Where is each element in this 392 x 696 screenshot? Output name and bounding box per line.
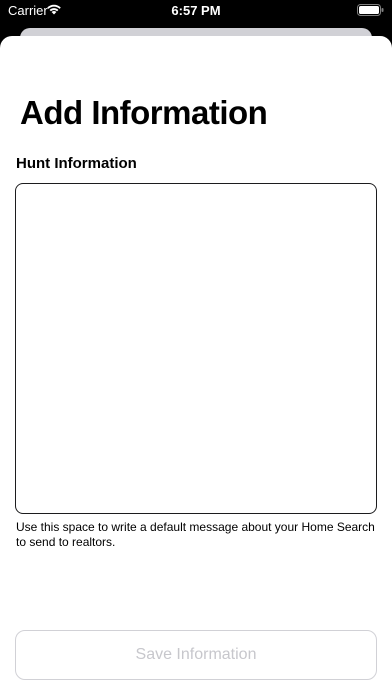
hunt-information-label: Hunt Information (16, 155, 137, 172)
battery-icon (357, 4, 384, 16)
save-information-button[interactable]: Save Information (15, 630, 377, 680)
page-title: Add Information (20, 94, 268, 131)
hunt-information-textarea[interactable] (15, 183, 377, 514)
add-information-sheet: Add Information Hunt Information Use thi… (0, 36, 392, 696)
helper-text: Use this space to write a default messag… (16, 520, 375, 549)
status-time: 6:57 PM (171, 3, 221, 18)
screen: Carrier 6:57 PM Add Information Hunt Inf… (0, 0, 392, 696)
status-bar: Carrier 6:57 PM (0, 0, 392, 24)
